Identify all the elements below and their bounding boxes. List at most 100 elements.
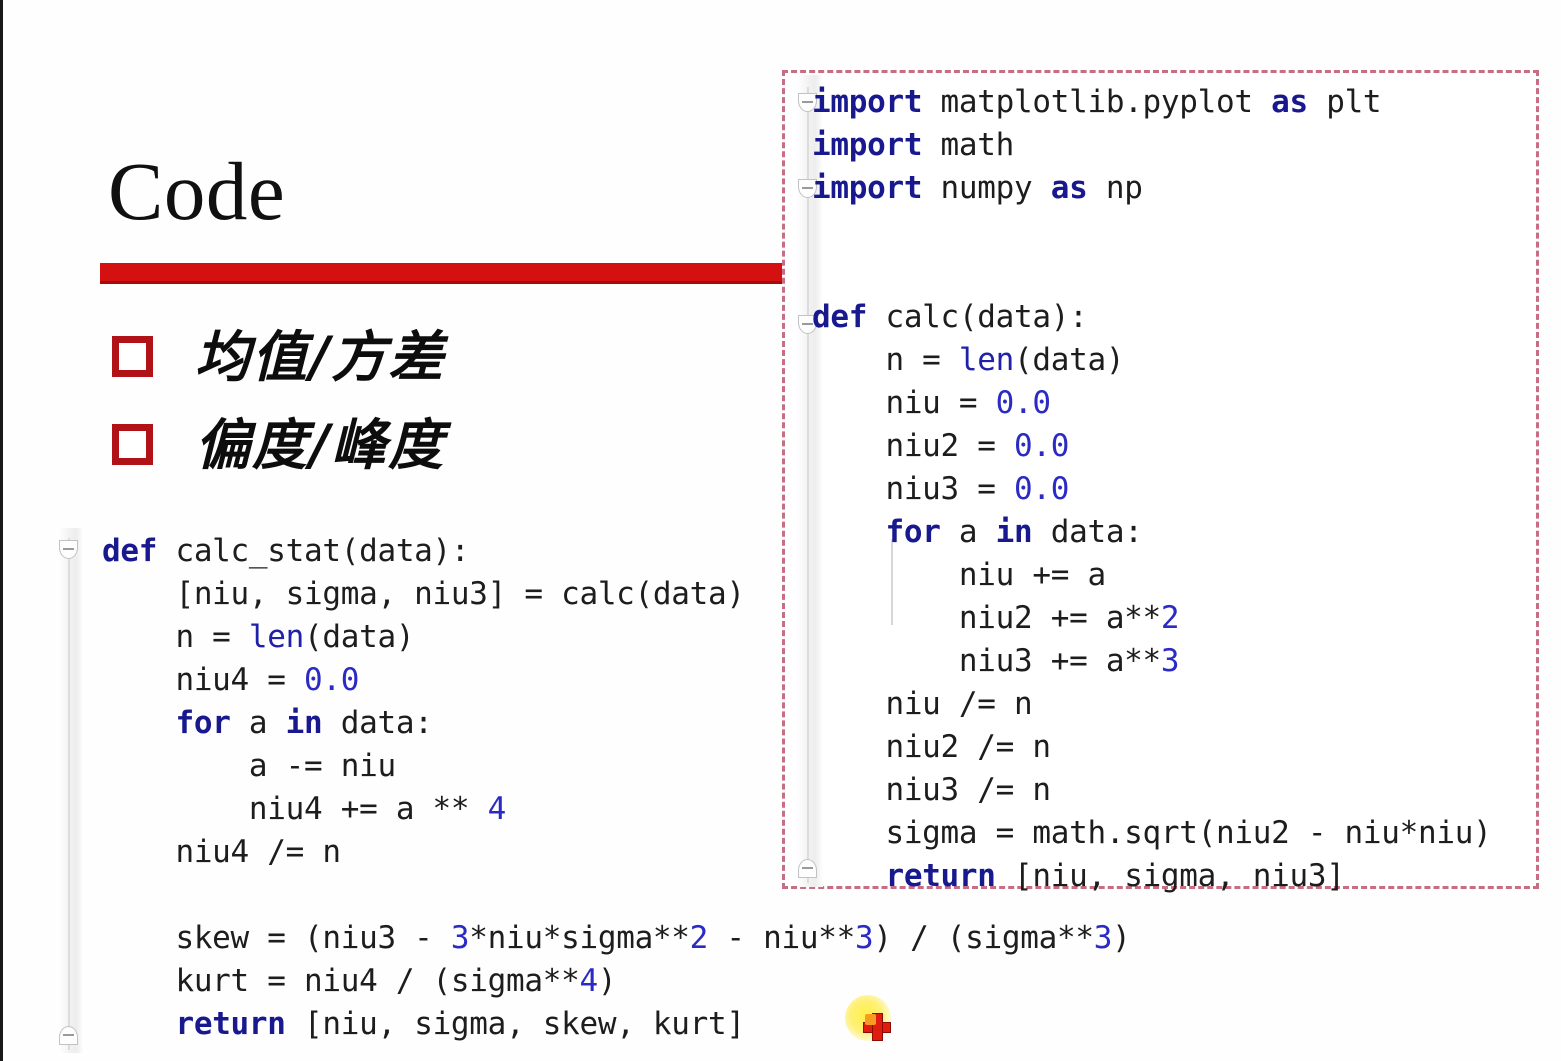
code-token: 4	[579, 963, 598, 999]
code-token: 3	[1160, 643, 1180, 679]
code-token: data:	[322, 705, 433, 741]
code-token: as	[1271, 84, 1308, 120]
code-token: 3	[1093, 920, 1113, 956]
right-code-text[interactable]: import matplotlib.pyplot as plt import ma…	[812, 81, 1492, 898]
code-token: 4	[487, 791, 507, 827]
code-token: return	[175, 1006, 286, 1042]
fold-end-icon[interactable]	[59, 1026, 78, 1045]
code-token: 0.0	[1014, 428, 1070, 464]
code-line: sigma = math.sqrt(niu2 - niu*niu)	[812, 812, 1491, 855]
code-token: in	[285, 705, 323, 741]
code-token: import	[812, 127, 923, 163]
code-token: def	[812, 299, 868, 335]
code-line: kurt = niu4 / (sigma**4)	[102, 960, 1130, 1003]
code-token: sigma = math.sqrt(niu2 - niu*niu)	[812, 815, 1492, 851]
pointer-cross	[863, 1013, 891, 1041]
code-token: 3	[854, 920, 874, 956]
code-token: niu2 =	[812, 428, 1014, 464]
right-code-editor-pane: import matplotlib.pyplot as plt import ma…	[782, 70, 1539, 894]
code-line: import math	[812, 124, 1491, 167]
code-token: niu += a	[812, 557, 1106, 593]
code-token: math	[922, 127, 1015, 163]
code-token: [niu, sigma, niu3] = calc(data)	[102, 576, 745, 612]
code-token: 2	[689, 920, 709, 956]
code-line: niu2 /= n	[812, 726, 1491, 769]
code-token: niu2 /= n	[812, 729, 1051, 765]
code-token: n =	[102, 619, 249, 655]
code-token: niu2 += a**	[812, 600, 1161, 636]
code-token: [niu, sigma, niu3]	[995, 858, 1345, 894]
left-code-editor-pane: def calc_stat(data): [niu, sigma, niu3] …	[44, 520, 1131, 1061]
code-line: niu += a	[812, 554, 1491, 597]
code-line: niu3 += a**3	[812, 640, 1491, 683]
code-token: niu /= n	[812, 686, 1033, 722]
code-token: for	[175, 705, 231, 741]
laser-pointer-cursor-icon	[845, 995, 905, 1055]
code-token: 3	[450, 920, 470, 956]
code-line: niu2 += a**2	[812, 597, 1491, 640]
bullet-list: 均值/方差 偏度/峰度	[112, 312, 752, 488]
code-token: calc(data):	[867, 299, 1088, 335]
code-token: import	[812, 84, 923, 120]
code-token: kurt = niu4 / (sigma**	[102, 963, 580, 999]
title-underline-rule	[100, 263, 784, 284]
right-code-gutter-line	[807, 87, 809, 883]
code-token: niu4 /= n	[102, 834, 341, 870]
code-token: a	[230, 705, 286, 741]
code-token: )	[1112, 920, 1131, 956]
code-token: a -= niu	[102, 748, 396, 784]
code-token: 0.0	[1014, 471, 1070, 507]
code-line: n = len(data)	[812, 339, 1491, 382]
code-line: niu2 = 0.0	[812, 425, 1491, 468]
code-line: import numpy as np	[812, 167, 1491, 210]
left-code-gutter[interactable]	[58, 528, 84, 1053]
code-token: len	[248, 619, 305, 655]
code-token: len	[958, 342, 1015, 378]
code-token: as	[1050, 170, 1088, 206]
code-token: def	[102, 533, 158, 569]
code-line: skew = (niu3 - 3*niu*sigma**2 - niu**3) …	[102, 917, 1130, 960]
code-token: (data)	[1014, 342, 1125, 378]
code-token: for	[885, 514, 941, 550]
code-line: niu3 /= n	[812, 769, 1491, 812]
pointer-spark	[865, 1014, 876, 1025]
code-token: (data)	[304, 619, 415, 655]
code-token: n =	[812, 342, 959, 378]
code-token: import	[812, 170, 923, 206]
bullet-label: 偏度/峰度	[195, 411, 446, 477]
code-line: niu3 = 0.0	[812, 468, 1491, 511]
slide-canvas: Code 均值/方差 偏度/峰度 def calc_stat(data): [n…	[0, 0, 1561, 1061]
code-token: numpy	[922, 170, 1051, 206]
code-line: import matplotlib.pyplot as plt	[812, 81, 1491, 124]
code-token: 2	[1160, 600, 1180, 636]
code-token: matplotlib.pyplot	[922, 84, 1272, 120]
bullet-label: 均值/方差	[195, 323, 446, 389]
code-token: niu3 =	[812, 471, 1014, 507]
code-line: for a in data:	[812, 511, 1491, 554]
code-token: ) / (sigma**	[873, 920, 1094, 956]
code-line: return [niu, sigma, niu3]	[812, 855, 1491, 898]
page-title: Code	[108, 145, 286, 237]
code-token: plt	[1307, 84, 1382, 120]
code-token: a	[940, 514, 996, 550]
code-token: np	[1087, 170, 1143, 206]
list-item: 偏度/峰度	[112, 400, 752, 488]
code-token: [niu, sigma, skew, kurt]	[285, 1006, 745, 1042]
left-code-gutter-line	[68, 538, 70, 1050]
code-token: - niu**	[708, 920, 855, 956]
code-token: 0.0	[304, 662, 360, 698]
code-token: niu3 += a**	[812, 643, 1161, 679]
code-token: in	[995, 514, 1033, 550]
code-token: niu3 /= n	[812, 772, 1051, 808]
code-line: return [niu, sigma, skew, kurt]	[102, 1003, 1130, 1046]
code-token: return	[885, 858, 996, 894]
list-item: 均值/方差	[112, 312, 752, 400]
left-edge-strip	[0, 0, 3, 1061]
checkbox-square-icon	[112, 423, 153, 465]
